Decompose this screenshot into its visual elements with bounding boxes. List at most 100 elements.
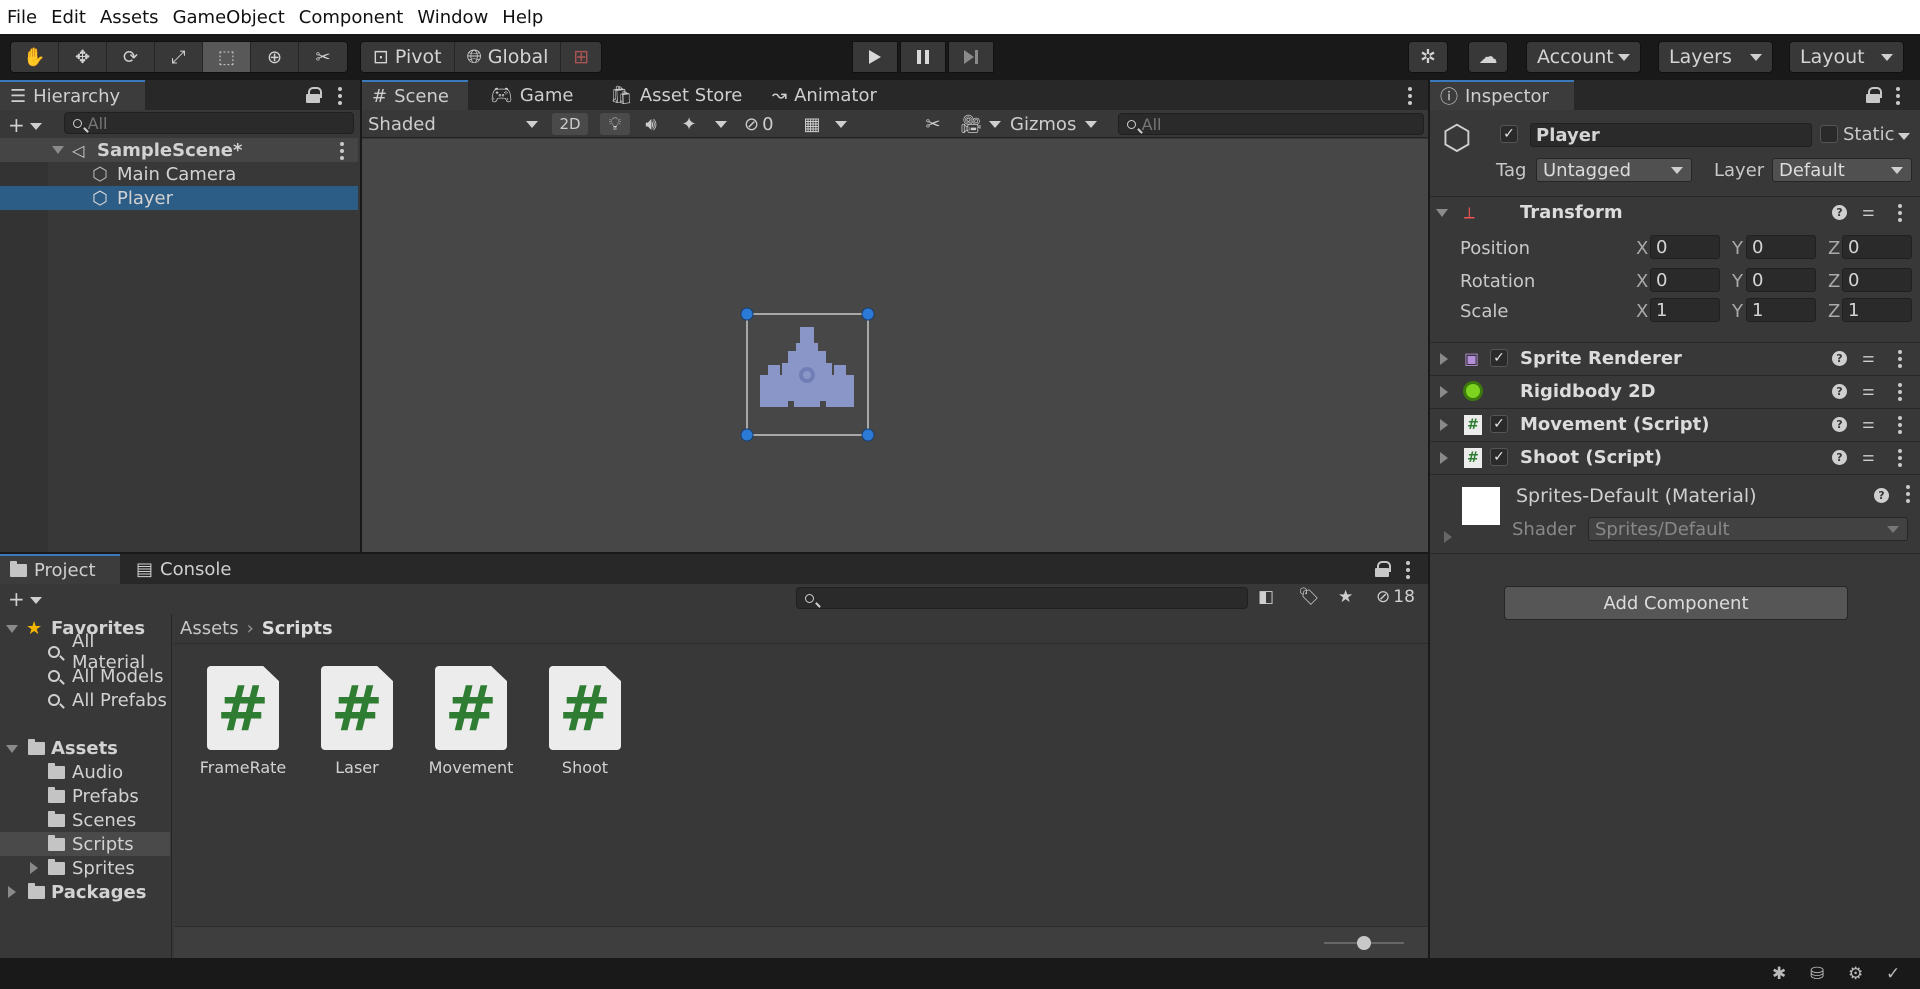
grid-snap-icon[interactable]: ⊞ [561,42,601,72]
tag-dropdown[interactable]: Untagged [1536,158,1692,182]
cache-server-icon[interactable]: ⛁ [1810,964,1824,984]
scale-x-field[interactable]: 1 [1650,298,1720,322]
debug-bug-icon[interactable]: ✱ [1772,964,1786,984]
expand-arrow-icon[interactable] [1440,419,1448,431]
favorite-star-icon[interactable]: ★ [1338,587,1353,607]
cloud-button[interactable]: ☁ [1468,41,1508,73]
more-options-icon[interactable] [338,87,342,108]
tab-game[interactable]: 🎮︎ Game [480,80,583,110]
zoom-slider[interactable] [1324,936,1404,950]
step-button[interactable] [948,41,994,73]
enabled-checkbox[interactable]: ✓ [1490,349,1508,367]
hierarchy-search[interactable] [64,112,354,134]
position-z-field[interactable]: 0 [1842,235,1912,259]
effects-dropdown[interactable] [712,113,730,135]
chevron-down-icon[interactable] [1898,133,1910,140]
account-dropdown[interactable]: Account [1526,41,1641,73]
hierarchy-item-player[interactable]: ⬡ Player [0,186,358,210]
rect-tool-icon[interactable]: ⬚ [203,42,251,72]
rotate-tool-icon[interactable]: ⟳ [107,42,155,72]
collapse-arrow-icon[interactable] [1436,209,1448,217]
help-icon[interactable]: ? [1832,351,1847,366]
scene-row[interactable]: ◁ SampleScene* [0,138,358,162]
folder-sprites[interactable]: Sprites [0,856,170,880]
scene-search-input[interactable] [1141,114,1423,134]
scene-options-icon[interactable] [340,142,344,163]
scene-visibility-toggle[interactable]: ⊘ 0 [744,113,792,135]
menu-help[interactable]: Help [502,7,543,28]
presets-icon[interactable]: ⚌ [1862,204,1878,220]
presets-icon[interactable]: ⚌ [1862,383,1878,399]
folder-audio[interactable]: Audio [0,760,170,784]
expand-arrow-icon[interactable] [30,862,38,874]
layers-dropdown[interactable]: Layers [1658,41,1773,73]
create-button[interactable]: + [8,113,42,137]
enabled-checkbox[interactable]: ✓ [1490,415,1508,433]
grid-toggle-icon[interactable]: ▦ [798,113,826,135]
help-icon[interactable]: ? [1832,450,1847,465]
help-icon[interactable]: ? [1832,384,1847,399]
help-icon[interactable]: ? [1832,417,1847,432]
presets-icon[interactable]: ⚌ [1862,416,1878,432]
create-asset-button[interactable]: + [8,587,42,611]
mode-2d-toggle[interactable]: 2D [552,113,588,135]
enabled-checkbox[interactable]: ✓ [1490,448,1508,466]
asset-movement[interactable]: # Movement [416,666,526,786]
expand-arrow-icon[interactable] [52,146,64,154]
collapse-arrow-icon[interactable] [6,745,18,753]
presets-icon[interactable]: ⚌ [1862,350,1878,366]
folder-prefabs[interactable]: Prefabs [0,784,170,808]
play-button[interactable] [852,41,898,73]
gizmos-dropdown[interactable] [1082,113,1100,135]
object-name-field[interactable]: Player [1530,123,1812,147]
position-y-field[interactable]: 0 [1746,235,1816,259]
scale-tool-icon[interactable]: ⤢ [155,42,203,72]
material-options-icon[interactable] [1906,485,1910,506]
component-options-icon[interactable] [1898,449,1902,470]
more-options-icon[interactable] [1406,561,1410,582]
menu-file[interactable]: File [7,7,37,28]
hierarchy-search-input[interactable] [87,113,353,133]
favorite-item[interactable]: All Models [0,664,170,688]
component-options-icon[interactable] [1898,350,1902,371]
add-component-button[interactable]: Add Component [1504,586,1848,620]
tab-asset-store[interactable]: 🛍︎ Asset Store [600,80,752,110]
component-options-icon[interactable] [1898,204,1902,225]
hierarchy-item-main-camera[interactable]: ⬡ Main Camera [0,162,358,186]
hand-tool-icon[interactable]: ✋ [11,42,59,72]
favorite-item[interactable]: All Prefabs [0,688,170,712]
scene-search[interactable] [1118,113,1424,135]
help-icon[interactable]: ? [1832,205,1847,220]
zoom-slider-thumb[interactable] [1357,936,1371,950]
progress-check-icon[interactable]: ✓ [1886,964,1900,984]
tab-animator[interactable]: ↝ Animator [762,80,887,110]
lock-icon[interactable] [306,87,322,103]
active-checkbox[interactable]: ✓ [1500,125,1518,143]
services-button[interactable]: ✲ [1408,41,1448,73]
project-search[interactable] [796,587,1248,609]
collapse-arrow-icon[interactable] [6,625,18,633]
asset-shoot[interactable]: # Shoot [530,666,640,786]
menu-component[interactable]: Component [299,7,404,28]
component-options-icon[interactable] [1898,416,1902,437]
sprite-renderer-header[interactable]: ▣ ✓ Sprite Renderer ? ⚌ [1430,342,1920,374]
effects-toggle-icon[interactable]: ✦ [674,113,704,135]
transform-tool-icon[interactable]: ⊕ [251,42,299,72]
packages-folder[interactable]: Packages [0,880,170,904]
scale-y-field[interactable]: 1 [1746,298,1816,322]
movement-script-header[interactable]: # ✓ Movement (Script) ? ⚌ [1430,408,1920,440]
transform-header[interactable]: ⟂ Transform ? ⚌ [1430,196,1920,228]
grid-dropdown[interactable] [832,113,850,135]
tab-project[interactable]: Project [0,554,120,584]
tab-console[interactable]: ▤ Console [126,554,241,584]
breadcrumb-assets[interactable]: Assets [180,618,239,639]
filter-by-type-icon[interactable]: ◧ [1258,587,1274,607]
lock-icon[interactable] [1375,561,1391,577]
layer-dropdown[interactable]: Default [1772,158,1912,182]
component-options-icon[interactable] [1898,383,1902,404]
camera-dropdown[interactable] [986,113,1004,135]
menu-gameobject[interactable]: GameObject [173,7,285,28]
asset-laser[interactable]: # Laser [302,666,412,786]
menu-edit[interactable]: Edit [51,7,86,28]
more-options-icon[interactable] [1408,87,1412,108]
